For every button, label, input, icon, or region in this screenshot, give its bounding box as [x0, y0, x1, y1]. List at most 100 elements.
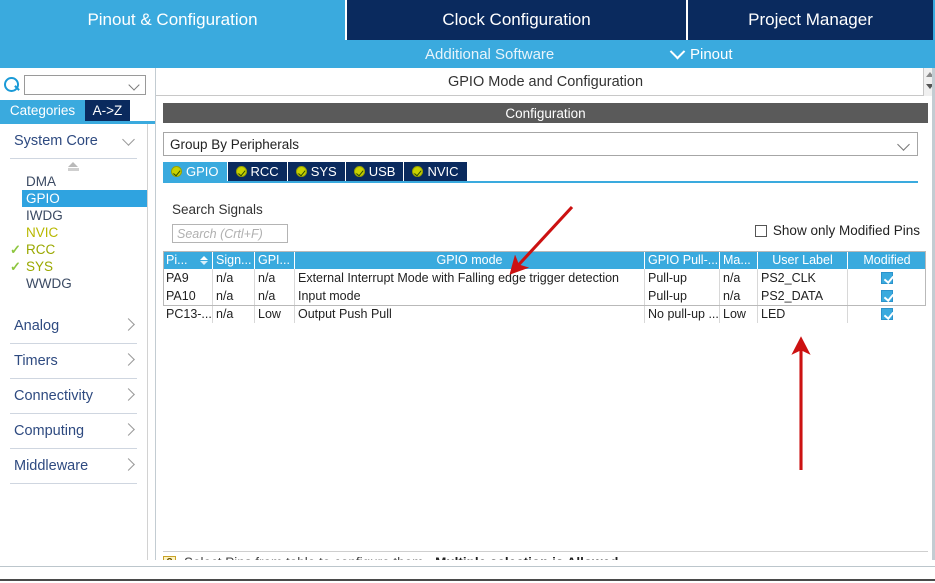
- sidebar-group-analog-label: Analog: [14, 318, 60, 334]
- column-header-user-label[interactable]: User Label: [758, 251, 848, 269]
- sidebar-item-gpio[interactable]: GPIO: [22, 190, 147, 207]
- cell-output: n/a: [255, 269, 295, 287]
- chevron-right-icon: [122, 457, 135, 471]
- configuration-body: Group By Peripherals GPIO RCC SYS USB NV…: [163, 126, 928, 551]
- tab-clock-configuration[interactable]: Clock Configuration: [345, 0, 688, 40]
- sidebar-group-timers-label: Timers: [14, 353, 58, 369]
- tab-rcc[interactable]: RCC: [227, 162, 288, 181]
- column-header-max-speed-label: Ma...: [723, 253, 751, 267]
- sort-indicator-icon: [200, 255, 208, 265]
- sub-menu-bar: Additional Software Pinout: [0, 40, 935, 68]
- tab-usb[interactable]: USB: [345, 162, 405, 181]
- check-circle-icon: [235, 166, 247, 177]
- pinout-menu[interactable]: Pinout: [669, 40, 733, 68]
- configuration-section-header: Configuration: [163, 103, 928, 123]
- column-header-gpio-output[interactable]: GPI...: [255, 251, 295, 269]
- pin-configuration-table: Pi... Sign... GPI... GPIO mode GPIO Pull…: [163, 251, 926, 323]
- search-signals-input[interactable]: Search (Crtl+F): [172, 224, 288, 243]
- sidebar-item-nvic-label: NVIC: [26, 225, 59, 240]
- scroll-up-indicator[interactable]: [0, 159, 147, 173]
- divider: [0, 579, 935, 581]
- table-header-row: Pi... Sign... GPI... GPIO mode GPIO Pull…: [163, 251, 926, 269]
- page-title-label: GPIO Mode and Configuration: [447, 73, 644, 90]
- cell-signal: n/a: [213, 269, 255, 287]
- tab-nvic[interactable]: NVIC: [404, 162, 468, 181]
- table-row[interactable]: PA10 n/a n/a Input mode Pull-up n/a PS2_…: [163, 287, 926, 305]
- check-circle-icon: [171, 166, 182, 177]
- sidebar-group-computing-label: Computing: [14, 423, 85, 439]
- main-panel: GPIO Mode and Configuration Configuratio…: [156, 68, 935, 570]
- tab-project-manager[interactable]: Project Manager: [688, 0, 933, 40]
- group-by-select-value: Group By Peripherals: [170, 136, 300, 152]
- sidebar-item-iwdg-label: IWDG: [26, 208, 63, 223]
- sidebar-group-analog[interactable]: Analog: [0, 309, 147, 343]
- column-header-pin[interactable]: Pi...: [163, 251, 213, 269]
- peripheral-tab-underline: [163, 181, 918, 183]
- tab-clock-configuration-label: Clock Configuration: [442, 10, 591, 29]
- cell-user-label: PS2_DATA: [758, 287, 848, 305]
- divider: [10, 483, 137, 484]
- sidebar-group-timers[interactable]: Timers: [0, 344, 147, 378]
- sidebar: Categories A->Z System Core DMA GPIO IWD…: [0, 68, 155, 560]
- peripheral-tab-bar: GPIO RCC SYS USB NVIC: [163, 162, 918, 181]
- show-only-modified-pins-label: Show only Modified Pins: [772, 223, 920, 238]
- column-header-modified[interactable]: Modified: [848, 251, 926, 269]
- cell-user-label: LED: [758, 305, 848, 323]
- sidebar-tab-bar: Categories A->Z: [0, 100, 155, 121]
- sidebar-item-nvic[interactable]: NVIC: [0, 224, 147, 241]
- cell-output: Low: [255, 305, 295, 323]
- column-header-signal[interactable]: Sign...: [213, 251, 255, 269]
- cell-modified: [848, 305, 926, 323]
- tab-gpio-label: GPIO: [186, 164, 219, 179]
- additional-software-menu[interactable]: Additional Software: [425, 40, 554, 68]
- sidebar-item-iwdg[interactable]: IWDG: [0, 207, 147, 224]
- tab-sys[interactable]: SYS: [287, 162, 346, 181]
- scroll-bar-mark: [68, 167, 79, 171]
- sidebar-tab-categories[interactable]: Categories: [0, 100, 85, 121]
- sidebar-item-sys[interactable]: ✓ SYS: [0, 258, 147, 275]
- sidebar-item-gpio-label: GPIO: [26, 191, 60, 206]
- sidebar-tab-a-to-z-label: A->Z: [92, 103, 123, 118]
- divider: [0, 566, 935, 567]
- sidebar-item-rcc-label: RCC: [26, 242, 56, 257]
- column-header-max-speed[interactable]: Ma...: [720, 251, 758, 269]
- column-header-user-label-label: User Label: [772, 253, 833, 267]
- tab-sys-label: SYS: [310, 164, 337, 179]
- show-only-modified-pins-checkbox[interactable]: Show only Modified Pins: [754, 223, 920, 238]
- chevron-down-icon: [128, 79, 140, 91]
- table-row[interactable]: PC13-... n/a Low Output Push Pull No pul…: [163, 305, 926, 323]
- column-header-signal-label: Sign...: [216, 253, 252, 267]
- sidebar-item-wwdg[interactable]: WWDG: [0, 275, 147, 292]
- sidebar-group-system-core-label: System Core: [14, 133, 98, 149]
- chevron-right-icon: [122, 422, 135, 436]
- sidebar-search-input[interactable]: [24, 75, 146, 95]
- tab-nvic-label: NVIC: [427, 164, 459, 179]
- cell-pin: PA10: [163, 287, 213, 305]
- table-row[interactable]: PA9 n/a n/a External Interrupt Mode with…: [163, 269, 926, 287]
- sidebar-group-middleware[interactable]: Middleware: [0, 449, 147, 483]
- group-by-select[interactable]: Group By Peripherals: [163, 132, 918, 156]
- sidebar-group-connectivity[interactable]: Connectivity: [0, 379, 147, 413]
- main-tab-bar: Pinout & Configuration Clock Configurati…: [0, 0, 935, 40]
- column-header-gpio-mode[interactable]: GPIO mode: [295, 251, 645, 269]
- cell-pin: PA9: [163, 269, 213, 287]
- sidebar-group-computing[interactable]: Computing: [0, 414, 147, 448]
- sidebar-tab-a-to-z[interactable]: A->Z: [85, 100, 130, 121]
- checked-checkbox-icon: [881, 272, 893, 284]
- cell-output: n/a: [255, 287, 295, 305]
- sidebar-item-dma[interactable]: DMA: [0, 173, 147, 190]
- check-circle-icon: [412, 166, 424, 177]
- tab-pinout-and-configuration[interactable]: Pinout & Configuration: [0, 0, 345, 40]
- sidebar-group-system-core[interactable]: System Core: [0, 124, 147, 158]
- chevron-down-icon: [122, 132, 135, 146]
- check-icon: ✓: [10, 258, 21, 274]
- chevron-right-icon: [122, 317, 135, 331]
- configuration-section-label: Configuration: [505, 105, 586, 121]
- sidebar-item-rcc[interactable]: ✓ RCC: [0, 241, 147, 258]
- sidebar-item-dma-label: DMA: [26, 174, 56, 189]
- search-icon: [4, 77, 20, 93]
- column-header-gpio-pull[interactable]: GPIO Pull-...: [645, 251, 720, 269]
- tab-gpio[interactable]: GPIO: [163, 162, 228, 181]
- sidebar-tab-categories-label: Categories: [9, 103, 76, 118]
